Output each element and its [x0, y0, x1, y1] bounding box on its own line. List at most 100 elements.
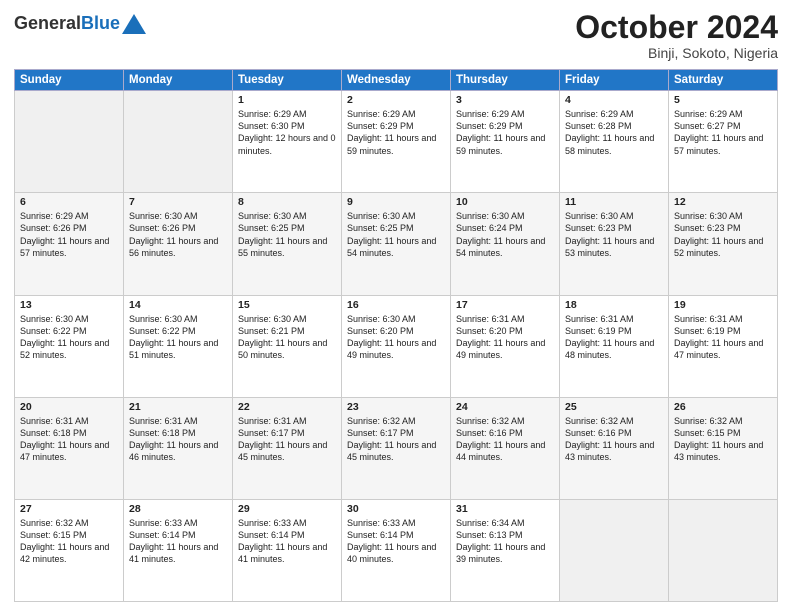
- day-number: 10: [456, 196, 554, 208]
- day-info: Sunrise: 6:30 AM Sunset: 6:25 PM Dayligh…: [238, 210, 336, 259]
- calendar-cell: 23 Sunrise: 6:32 AM Sunset: 6:17 PM Dayli…: [342, 397, 451, 499]
- col-wednesday: Wednesday: [342, 70, 451, 91]
- day-number: 27: [20, 503, 118, 515]
- day-number: 6: [20, 196, 118, 208]
- calendar-cell: 8 Sunrise: 6:30 AM Sunset: 6:25 PM Daylig…: [233, 193, 342, 295]
- col-tuesday: Tuesday: [233, 70, 342, 91]
- day-number: 7: [129, 196, 227, 208]
- calendar-cell: 12Sunrise: 6:30 AM Sunset: 6:23 PM Dayli…: [669, 193, 778, 295]
- header: GeneralBlue Blue October 2024 Binji, Sok…: [14, 10, 778, 61]
- day-number: 2: [347, 94, 445, 106]
- calendar-cell: 22 Sunrise: 6:31 AM Sunset: 6:17 PM Dayli…: [233, 397, 342, 499]
- calendar-cell: 25Sunrise: 6:32 AM Sunset: 6:16 PM Dayli…: [560, 397, 669, 499]
- calendar-cell: [15, 91, 124, 193]
- logo-blue: Blue: [81, 13, 120, 33]
- calendar-cell: 15 Sunrise: 6:30 AM Sunset: 6:21 PM Dayli…: [233, 295, 342, 397]
- calendar-cell: 13 Sunrise: 6:30 AM Sunset: 6:22 PM Dayli…: [15, 295, 124, 397]
- day-info: Sunrise: 6:31 AM Sunset: 6:18 PM Dayligh…: [129, 415, 227, 464]
- logo-general: General: [14, 13, 81, 33]
- col-friday: Friday: [560, 70, 669, 91]
- calendar-cell: 17Sunrise: 6:31 AM Sunset: 6:20 PM Dayli…: [451, 295, 560, 397]
- day-number: 13: [20, 299, 118, 311]
- day-number: 25: [565, 401, 663, 413]
- day-info: Sunrise: 6:31 AM Sunset: 6:19 PM Dayligh…: [674, 313, 772, 362]
- day-number: 28: [129, 503, 227, 515]
- day-number: 15: [238, 299, 336, 311]
- day-number: 22: [238, 401, 336, 413]
- col-saturday: Saturday: [669, 70, 778, 91]
- day-info: Sunrise: 6:29 AM Sunset: 6:29 PM Dayligh…: [347, 108, 445, 157]
- day-info: Sunrise: 6:31 AM Sunset: 6:17 PM Dayligh…: [238, 415, 336, 464]
- day-number: 14: [129, 299, 227, 311]
- calendar-cell: 16 Sunrise: 6:30 AM Sunset: 6:20 PM Dayli…: [342, 295, 451, 397]
- day-info: Sunrise: 6:29 AM Sunset: 6:27 PM Dayligh…: [674, 108, 772, 157]
- day-info: Sunrise: 6:32 AM Sunset: 6:17 PM Dayligh…: [347, 415, 445, 464]
- day-number: 8: [238, 196, 336, 208]
- calendar-cell: 5Sunrise: 6:29 AM Sunset: 6:27 PM Daylig…: [669, 91, 778, 193]
- calendar-week-0: 1 Sunrise: 6:29 AM Sunset: 6:30 PM Daylig…: [15, 91, 778, 193]
- day-info: Sunrise: 6:32 AM Sunset: 6:15 PM Dayligh…: [674, 415, 772, 464]
- location: Binji, Sokoto, Nigeria: [575, 45, 778, 61]
- day-info: Sunrise: 6:30 AM Sunset: 6:26 PM Dayligh…: [129, 210, 227, 259]
- day-number: 23: [347, 401, 445, 413]
- day-number: 11: [565, 196, 663, 208]
- calendar-cell: 4 Sunrise: 6:29 AM Sunset: 6:28 PM Daylig…: [560, 91, 669, 193]
- day-number: 19: [674, 299, 772, 311]
- calendar-cell: 30Sunrise: 6:33 AM Sunset: 6:14 PM Dayli…: [342, 499, 451, 601]
- day-number: 18: [565, 299, 663, 311]
- day-number: 1: [238, 94, 336, 106]
- day-number: 16: [347, 299, 445, 311]
- day-info: Sunrise: 6:31 AM Sunset: 6:18 PM Dayligh…: [20, 415, 118, 464]
- calendar-table: Sunday Monday Tuesday Wednesday Thursday…: [14, 69, 778, 602]
- day-info: Sunrise: 6:31 AM Sunset: 6:19 PM Dayligh…: [565, 313, 663, 362]
- calendar-cell: [124, 91, 233, 193]
- calendar-week-1: 6 Sunrise: 6:29 AM Sunset: 6:26 PM Daylig…: [15, 193, 778, 295]
- day-info: Sunrise: 6:29 AM Sunset: 6:29 PM Dayligh…: [456, 108, 554, 157]
- day-info: Sunrise: 6:29 AM Sunset: 6:26 PM Dayligh…: [20, 210, 118, 259]
- logo-arrow-icon: [122, 14, 146, 34]
- header-row: Sunday Monday Tuesday Wednesday Thursday…: [15, 70, 778, 91]
- calendar-cell: 1 Sunrise: 6:29 AM Sunset: 6:30 PM Daylig…: [233, 91, 342, 193]
- col-monday: Monday: [124, 70, 233, 91]
- calendar-cell: [560, 499, 669, 601]
- day-info: Sunrise: 6:29 AM Sunset: 6:30 PM Dayligh…: [238, 108, 336, 157]
- calendar-week-4: 27 Sunrise: 6:32 AM Sunset: 6:15 PM Dayli…: [15, 499, 778, 601]
- day-info: Sunrise: 6:30 AM Sunset: 6:24 PM Dayligh…: [456, 210, 554, 259]
- calendar-cell: 29Sunrise: 6:33 AM Sunset: 6:14 PM Dayli…: [233, 499, 342, 601]
- title-block: October 2024 Binji, Sokoto, Nigeria: [575, 10, 778, 61]
- calendar-cell: 21 Sunrise: 6:31 AM Sunset: 6:18 PM Dayli…: [124, 397, 233, 499]
- calendar-cell: 19 Sunrise: 6:31 AM Sunset: 6:19 PM Dayli…: [669, 295, 778, 397]
- calendar-cell: 28 Sunrise: 6:33 AM Sunset: 6:14 PM Dayli…: [124, 499, 233, 601]
- day-info: Sunrise: 6:34 AM Sunset: 6:13 PM Dayligh…: [456, 517, 554, 566]
- month-title: October 2024: [575, 10, 778, 45]
- logo-text: GeneralBlue: [14, 14, 120, 34]
- calendar-week-2: 13 Sunrise: 6:30 AM Sunset: 6:22 PM Dayli…: [15, 295, 778, 397]
- calendar-cell: 31 Sunrise: 6:34 AM Sunset: 6:13 PM Dayli…: [451, 499, 560, 601]
- day-number: 24: [456, 401, 554, 413]
- day-info: Sunrise: 6:30 AM Sunset: 6:22 PM Dayligh…: [20, 313, 118, 362]
- col-sunday: Sunday: [15, 70, 124, 91]
- calendar-cell: 11 Sunrise: 6:30 AM Sunset: 6:23 PM Dayli…: [560, 193, 669, 295]
- calendar-cell: 18 Sunrise: 6:31 AM Sunset: 6:19 PM Dayli…: [560, 295, 669, 397]
- calendar-cell: 9Sunrise: 6:30 AM Sunset: 6:25 PM Daylig…: [342, 193, 451, 295]
- day-number: 21: [129, 401, 227, 413]
- col-thursday: Thursday: [451, 70, 560, 91]
- day-info: Sunrise: 6:33 AM Sunset: 6:14 PM Dayligh…: [129, 517, 227, 566]
- day-number: 31: [456, 503, 554, 515]
- day-number: 3: [456, 94, 554, 106]
- day-number: 20: [20, 401, 118, 413]
- day-number: 17: [456, 299, 554, 311]
- day-info: Sunrise: 6:32 AM Sunset: 6:15 PM Dayligh…: [20, 517, 118, 566]
- day-info: Sunrise: 6:29 AM Sunset: 6:28 PM Dayligh…: [565, 108, 663, 157]
- day-info: Sunrise: 6:30 AM Sunset: 6:23 PM Dayligh…: [565, 210, 663, 259]
- day-number: 4: [565, 94, 663, 106]
- day-info: Sunrise: 6:33 AM Sunset: 6:14 PM Dayligh…: [347, 517, 445, 566]
- calendar-cell: 20 Sunrise: 6:31 AM Sunset: 6:18 PM Dayli…: [15, 397, 124, 499]
- page: GeneralBlue Blue October 2024 Binji, Sok…: [0, 0, 792, 612]
- calendar-cell: 10 Sunrise: 6:30 AM Sunset: 6:24 PM Dayli…: [451, 193, 560, 295]
- calendar-cell: 7 Sunrise: 6:30 AM Sunset: 6:26 PM Daylig…: [124, 193, 233, 295]
- day-info: Sunrise: 6:30 AM Sunset: 6:20 PM Dayligh…: [347, 313, 445, 362]
- calendar-cell: 6 Sunrise: 6:29 AM Sunset: 6:26 PM Daylig…: [15, 193, 124, 295]
- logo: GeneralBlue Blue: [14, 14, 146, 34]
- day-info: Sunrise: 6:30 AM Sunset: 6:21 PM Dayligh…: [238, 313, 336, 362]
